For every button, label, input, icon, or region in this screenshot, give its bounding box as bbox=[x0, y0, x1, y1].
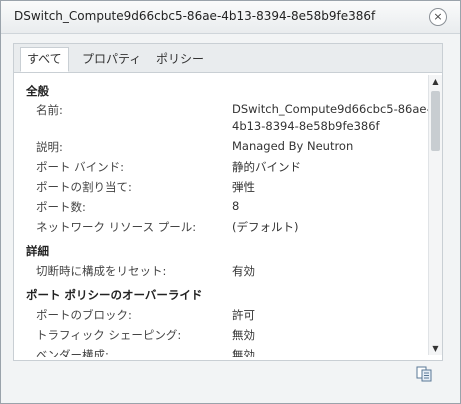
label-reset-on-disconnect: 切断時に構成をリセット: bbox=[36, 264, 167, 278]
section-override-title: ポート ポリシーのオーバーライド bbox=[26, 288, 203, 302]
label-port-blocking: ポートのブロック: bbox=[36, 308, 132, 322]
label-port-count: ポート数: bbox=[36, 200, 86, 214]
value-port-binding: 静的バインド bbox=[232, 160, 301, 174]
body-panel: すべて プロパティ ポリシー 全般 名前: DSwitch_Compute9d6… bbox=[13, 43, 443, 361]
section-general-title: 全般 bbox=[26, 84, 49, 98]
label-network-resource-pool: ネットワーク リソース プール: bbox=[36, 220, 197, 234]
tab-policies[interactable]: ポリシー bbox=[150, 48, 210, 70]
dialog-window: DSwitch_Compute9d66cbc5-86ae- 4b13-8394-8… bbox=[0, 0, 461, 404]
copy-icon[interactable] bbox=[415, 365, 433, 383]
value-reset-on-disconnect: 有効 bbox=[232, 264, 255, 278]
label-name: 名前: bbox=[36, 103, 63, 117]
details-content: 全般 名前: DSwitch_Compute9d66cbc5-86ae- 4b1… bbox=[14, 73, 428, 357]
label-vendor-config: ベンダー構成: bbox=[36, 348, 109, 357]
tab-all[interactable]: すべて bbox=[20, 47, 69, 72]
value-name-line2: 4b13-8394-8e58b9fe386f bbox=[232, 119, 380, 133]
value-port-blocking: 許可 bbox=[232, 308, 255, 322]
dialog-title: DSwitch_Compute9d66cbc5-86ae-4b13-8394-8… bbox=[14, 9, 376, 23]
label-port-allocation: ポートの割り当て: bbox=[36, 180, 132, 194]
label-traffic-shaping: トラフィック シェーピング: bbox=[36, 328, 182, 342]
scroll-down-icon[interactable]: ▼ bbox=[429, 342, 442, 355]
value-name-line1: DSwitch_Compute9d66cbc5-86ae- bbox=[232, 102, 428, 116]
value-description: Managed By Neutron bbox=[232, 139, 354, 153]
scroll-thumb[interactable] bbox=[431, 91, 440, 151]
tab-bar: すべて プロパティ ポリシー bbox=[14, 44, 442, 73]
vertical-scrollbar[interactable]: ▲ ▼ bbox=[428, 75, 442, 355]
value-traffic-shaping: 無効 bbox=[232, 328, 255, 342]
tab-properties[interactable]: プロパティ bbox=[76, 48, 147, 70]
label-description: 説明: bbox=[36, 140, 63, 154]
value-port-count: 8 bbox=[232, 199, 240, 213]
value-port-allocation: 弾性 bbox=[232, 180, 255, 194]
scroll-up-icon[interactable]: ▲ bbox=[429, 75, 442, 88]
section-advanced-title: 詳細 bbox=[26, 244, 49, 258]
label-port-binding: ポート バインド: bbox=[36, 160, 125, 174]
titlebar: DSwitch_Compute9d66cbc5-86ae-4b13-8394-8… bbox=[1, 1, 460, 34]
close-button[interactable]: × bbox=[429, 8, 447, 26]
value-vendor-config: 無効 bbox=[232, 348, 255, 357]
value-network-resource-pool: (デフォルト) bbox=[232, 220, 299, 234]
